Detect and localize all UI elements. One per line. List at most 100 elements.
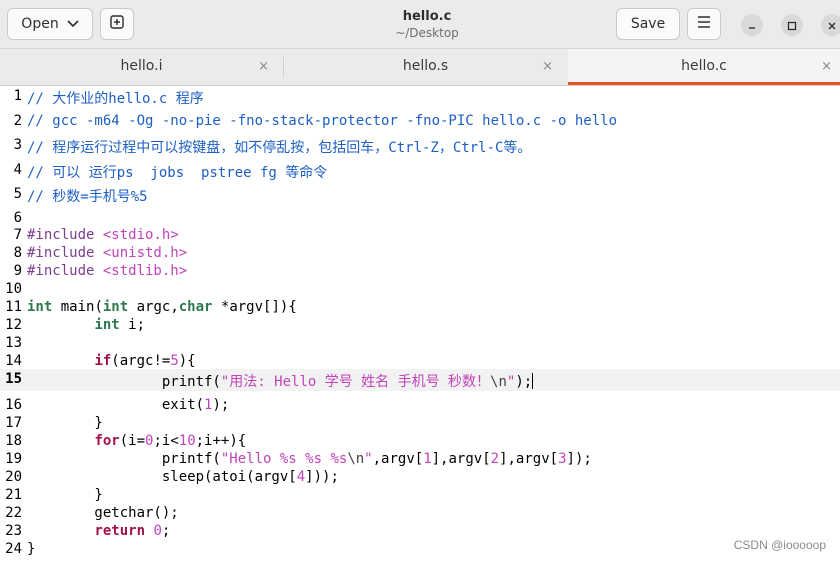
minimize-icon <box>747 16 757 35</box>
code-line[interactable]: 2 // gcc -m64 -Og -no-pie -fno-stack-prot… <box>0 113 840 131</box>
code-text: #include <unistd.h> <box>27 245 187 261</box>
code-token: } <box>27 487 103 503</box>
maximize-icon <box>787 16 797 35</box>
code-text: // 大作业的hello.c 程序 <box>27 88 204 108</box>
code-token: if <box>94 353 112 369</box>
code-token: printf( <box>27 451 221 467</box>
code-token: (i= <box>119 433 146 449</box>
code-text: int main(int argc,char *argv[]){ <box>27 299 297 315</box>
code-token: \n <box>347 451 365 467</box>
new-tab-button[interactable] <box>100 8 134 40</box>
tab-label: hello.c <box>681 58 727 74</box>
code-token: ; <box>161 523 171 539</box>
line-number: 10 <box>5 281 22 297</box>
code-token: getchar(); <box>27 505 179 521</box>
code-text: exit(1); <box>27 397 229 413</box>
code-line[interactable]: 20 sleep(atoi(argv[4])); <box>0 469 840 487</box>
window-subtitle: ~/Desktop <box>395 26 459 40</box>
code-line[interactable]: 7 #include <stdio.h> <box>0 227 840 245</box>
save-button[interactable]: Save <box>616 8 680 40</box>
code-line[interactable]: 1 // 大作业的hello.c 程序 <box>0 88 840 108</box>
code-line[interactable]: 9 #include <stdlib.h> <box>0 263 840 281</box>
chevron-down-icon <box>67 16 79 32</box>
line-number: 4 <box>13 162 22 178</box>
code-token: argc, <box>128 299 179 315</box>
code-token: int <box>102 299 129 315</box>
code-line[interactable]: 5 // 秒数=手机号%5 <box>0 186 840 206</box>
code-token: ){ <box>178 353 196 369</box>
open-button[interactable]: Open <box>7 8 93 40</box>
code-text: int i; <box>27 317 145 333</box>
code-line[interactable]: 16 exit(1); <box>0 397 840 415</box>
code-token: return <box>94 523 146 539</box>
code-text: #include <stdio.h> <box>27 227 179 243</box>
code-token: ,argv[ <box>372 451 424 467</box>
line-number: 13 <box>5 335 22 351</box>
tab-bar: hello.i × hello.s × hello.c × <box>0 49 840 86</box>
code-text: } <box>27 487 103 503</box>
line-number: 11 <box>5 299 22 315</box>
line-number: 9 <box>13 263 22 279</box>
code-token: "用法: Hello 学号 姓名 手机号 秒数！ <box>220 374 491 390</box>
close-window-button[interactable] <box>821 14 840 36</box>
hamburger-icon <box>697 16 711 32</box>
code-line[interactable]: 17 } <box>0 415 840 433</box>
maximize-button[interactable] <box>781 14 803 36</box>
code-line[interactable]: 11 int main(int argc,char *argv[]){ <box>0 299 840 317</box>
code-line[interactable]: 12 int i; <box>0 317 840 335</box>
code-token: main( <box>52 299 103 315</box>
code-line[interactable]: 23 return 0; <box>0 523 840 541</box>
code-text: } <box>27 541 35 557</box>
code-token: char <box>178 299 213 315</box>
code-editor[interactable]: 1 // 大作业的hello.c 程序 2 // gcc -m64 -Og -no-p… <box>0 86 840 561</box>
text-cursor <box>532 373 534 389</box>
tab-hello-i[interactable]: hello.i × <box>0 49 283 85</box>
tab-close-icon[interactable]: × <box>821 59 832 74</box>
window-title: hello.c <box>402 9 452 24</box>
code-line[interactable]: 18 for(i=0;i<10;i++){ <box>0 433 840 451</box>
code-text: if(argc!=5){ <box>27 353 196 369</box>
code-line[interactable]: 13 <box>0 335 840 353</box>
code-line[interactable]: 3 // 程序运行过程中可以按键盘，如不停乱按，包括回车，Ctrl-Z，Ctrl-… <box>0 137 840 156</box>
code-token: 3 <box>558 451 567 467</box>
tab-label: hello.i <box>120 58 163 74</box>
code-token: #include <box>27 245 103 261</box>
tab-close-icon[interactable]: × <box>258 59 269 74</box>
line-number: 22 <box>5 505 22 521</box>
code-line[interactable]: 6 <box>0 210 840 228</box>
code-token: 2 <box>490 451 500 467</box>
tab-hello-c[interactable]: hello.c × <box>568 49 840 85</box>
code-line[interactable]: 21 } <box>0 487 840 505</box>
code-token: \n <box>490 374 507 390</box>
tab-hello-s[interactable]: hello.s × <box>284 49 567 85</box>
code-token: // 大作业的hello.c 程序 <box>27 91 204 107</box>
code-line[interactable]: 4 // 可以 运行ps jobs pstree fg 等命令 <box>0 162 840 182</box>
minimize-button[interactable] <box>741 14 763 36</box>
code-token: int <box>94 317 120 333</box>
tab-close-icon[interactable]: × <box>542 59 553 74</box>
code-token: // gcc -m64 -Og -no-pie -fno-stack-prote… <box>27 113 618 129</box>
code-token: i; <box>119 317 146 333</box>
open-button-label: Open <box>21 16 59 32</box>
watermark: CSDN @iooooop <box>733 538 826 552</box>
code-line[interactable]: 22 getchar(); <box>0 505 840 523</box>
code-token: "Hello %s %s %s <box>220 451 348 467</box>
code-line[interactable]: 8 #include <unistd.h> <box>0 245 840 263</box>
code-line[interactable]: 15 printf("用法: Hello 学号 姓名 手机号 秒数！\n"); <box>0 369 840 391</box>
header-bar: Open hello.c ~/Desktop Save <box>0 0 840 49</box>
code-token: 1 <box>423 451 432 467</box>
code-token: <stdlib.h> <box>102 263 188 279</box>
code-line[interactable]: 24} <box>0 541 840 559</box>
code-text: // 秒数=手机号%5 <box>27 186 148 206</box>
menu-button[interactable] <box>687 8 721 40</box>
code-line[interactable]: 10 <box>0 281 840 299</box>
code-token: " <box>364 451 373 467</box>
code-token: // 可以 运行ps jobs pstree fg 等命令 <box>27 165 328 181</box>
code-token: int <box>27 299 53 315</box>
code-line[interactable]: 19 printf("Hello %s %s %s\n",argv[1],arg… <box>0 451 840 469</box>
code-text: } <box>27 415 102 431</box>
code-text: // 可以 运行ps jobs pstree fg 等命令 <box>27 162 327 182</box>
code-text: printf("用法: Hello 学号 姓名 手机号 秒数！\n"); <box>27 371 534 391</box>
line-number: 16 <box>5 397 22 413</box>
line-number: 23 <box>5 523 22 539</box>
